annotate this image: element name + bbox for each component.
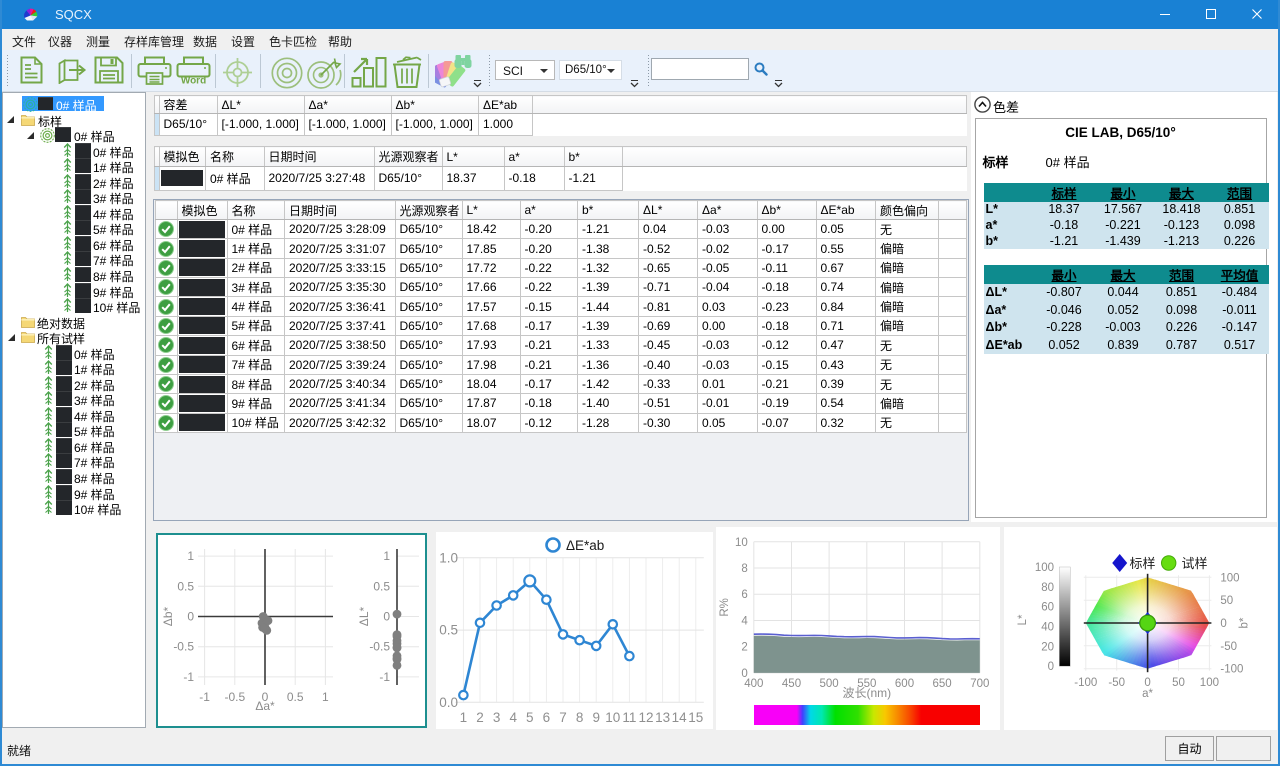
- svg-text:50: 50: [1220, 595, 1233, 607]
- svg-text:标样: 标样: [1130, 556, 1156, 571]
- svg-text:-0.5: -0.5: [224, 690, 245, 704]
- svg-text:0.5: 0.5: [373, 579, 390, 593]
- svg-text:100: 100: [1220, 572, 1239, 584]
- svg-text:1: 1: [322, 690, 329, 704]
- svg-text:0.5: 0.5: [286, 690, 303, 704]
- svg-text:14: 14: [672, 710, 688, 725]
- svg-text:8: 8: [741, 563, 747, 575]
- svg-text:-0.5: -0.5: [173, 639, 194, 653]
- svg-text:9: 9: [592, 710, 600, 725]
- svg-text:1: 1: [187, 549, 194, 563]
- svg-text:1: 1: [460, 710, 468, 725]
- svg-text:100: 100: [1035, 562, 1054, 574]
- svg-text:1.0: 1.0: [439, 550, 458, 565]
- svg-text:ΔL*: ΔL*: [357, 606, 371, 626]
- svg-text:-50: -50: [1220, 641, 1237, 653]
- svg-text:-1: -1: [379, 669, 390, 683]
- svg-text:a*: a*: [1142, 688, 1153, 700]
- svg-text:20: 20: [1041, 641, 1054, 653]
- svg-text:0: 0: [187, 609, 194, 623]
- svg-text:5: 5: [526, 710, 534, 725]
- svg-text:7: 7: [559, 710, 567, 725]
- svg-text:100: 100: [1200, 677, 1219, 689]
- svg-text:6: 6: [741, 589, 747, 601]
- svg-text:50: 50: [1172, 677, 1185, 689]
- svg-text:-100: -100: [1220, 664, 1243, 676]
- svg-text:0.5: 0.5: [439, 622, 458, 637]
- svg-text:Word: Word: [181, 76, 206, 87]
- svg-text:3: 3: [493, 710, 501, 725]
- svg-text:60: 60: [1041, 602, 1054, 614]
- svg-text:10: 10: [735, 537, 748, 549]
- svg-text:L*: L*: [1017, 614, 1029, 625]
- svg-text:0: 0: [1220, 618, 1226, 630]
- svg-text:4: 4: [741, 616, 748, 628]
- svg-text:-100: -100: [1074, 677, 1097, 689]
- svg-text:8: 8: [576, 710, 584, 725]
- svg-text:11: 11: [622, 710, 636, 725]
- svg-text:0.5: 0.5: [177, 579, 194, 593]
- svg-text:R%: R%: [719, 598, 731, 617]
- svg-text:0.0: 0.0: [439, 694, 458, 709]
- svg-text:2: 2: [741, 642, 747, 654]
- svg-text:0: 0: [383, 609, 390, 623]
- svg-text:ΔE*ab: ΔE*ab: [566, 538, 604, 553]
- svg-text:650: 650: [933, 678, 952, 690]
- svg-text:0: 0: [1048, 661, 1054, 673]
- svg-text:Δa*: Δa*: [255, 699, 275, 713]
- svg-text:13: 13: [655, 710, 670, 725]
- svg-text:10: 10: [605, 710, 620, 725]
- svg-text:12: 12: [638, 710, 653, 725]
- svg-text:40: 40: [1041, 622, 1054, 634]
- svg-text:-1: -1: [183, 669, 194, 683]
- svg-text:450: 450: [782, 678, 801, 690]
- svg-text:4: 4: [509, 710, 517, 725]
- svg-text:Δb*: Δb*: [161, 606, 175, 626]
- svg-text:80: 80: [1041, 582, 1054, 594]
- svg-text:-1: -1: [199, 690, 210, 704]
- svg-text:2: 2: [476, 710, 484, 725]
- svg-text:-0.5: -0.5: [369, 639, 390, 653]
- svg-text:波长(nm): 波长(nm): [842, 686, 891, 700]
- svg-text:b*: b*: [1238, 617, 1250, 628]
- svg-text:-50: -50: [1108, 677, 1125, 689]
- svg-text:600: 600: [895, 678, 914, 690]
- svg-text:15: 15: [688, 710, 703, 725]
- svg-text:1: 1: [383, 549, 390, 563]
- svg-text:试样: 试样: [1182, 556, 1208, 571]
- svg-text:6: 6: [543, 710, 551, 725]
- svg-text:500: 500: [820, 678, 839, 690]
- svg-text:700: 700: [970, 678, 989, 690]
- svg-text:400: 400: [744, 678, 763, 690]
